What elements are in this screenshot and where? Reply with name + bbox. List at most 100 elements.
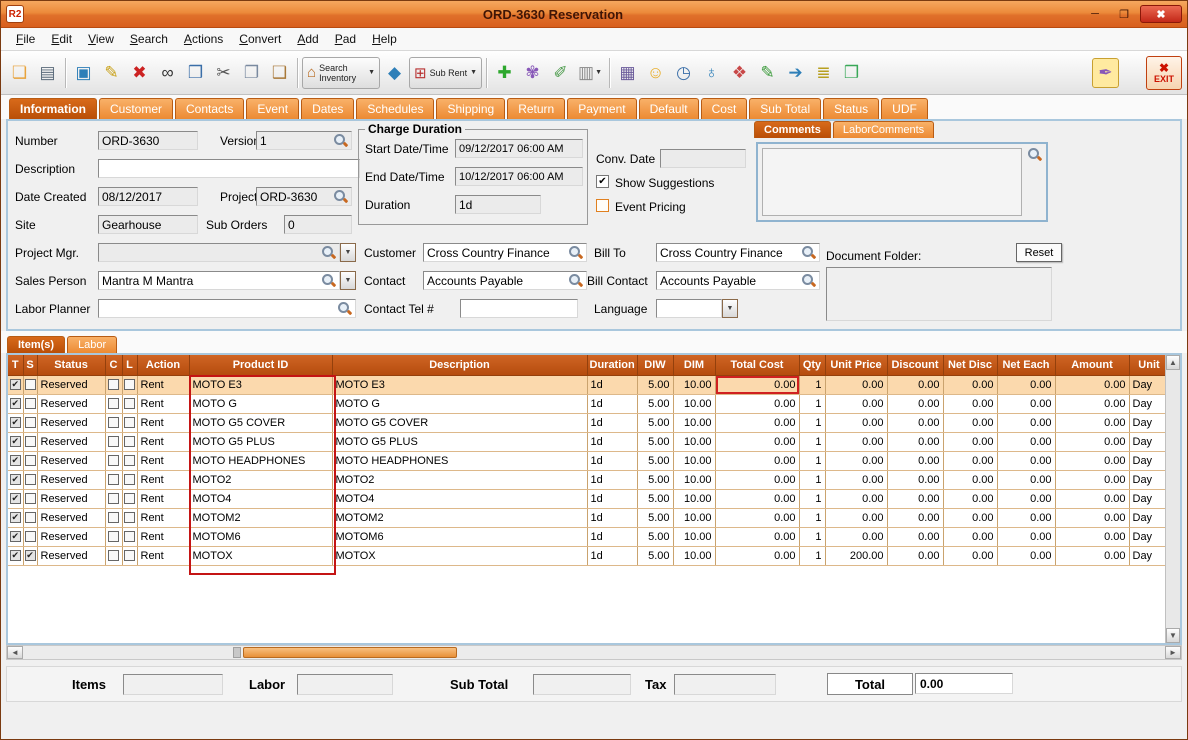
l-checkbox[interactable] [124,531,135,542]
table-row-motom6[interactable]: ✔ReservedRentMOTOM6MOTOM61d5.0010.000.00… [8,527,1169,546]
event-pricing-checkbox[interactable] [596,199,609,212]
c-checkbox[interactable] [108,531,119,542]
number-field[interactable]: ORD-3630 [98,131,198,150]
menu-view[interactable]: View [81,30,121,48]
project-mgr-search-icon[interactable] [322,246,336,260]
t-checkbox[interactable]: ✔ [10,417,21,428]
invoice-icon[interactable]: ≣ [810,58,837,88]
contact-field[interactable]: Accounts Payable [423,271,587,290]
end-date-field[interactable]: 10/12/2017 06:00 AM [455,167,583,186]
l-checkbox[interactable] [124,493,135,504]
col-header-amount[interactable]: Amount [1055,355,1129,375]
tab-information[interactable]: Information [9,98,97,119]
t-checkbox[interactable]: ✔ [10,455,21,466]
tab-sub-total[interactable]: Sub Total [749,98,821,119]
wand-icon[interactable]: ✒ [1092,58,1119,88]
scroll-up-button[interactable]: ▲ [1166,355,1180,370]
new-document-icon[interactable]: ❏ [6,58,33,88]
c-checkbox[interactable] [108,379,119,390]
bill-to-search-icon[interactable] [802,246,816,260]
language-dropdown-icon[interactable]: ▼ [722,299,738,318]
sub-orders-field[interactable]: 0 [284,215,352,234]
tab-dates[interactable]: Dates [301,98,354,119]
menu-pad[interactable]: Pad [328,30,363,48]
l-checkbox[interactable] [124,436,135,447]
table-row-moto-g5-plus[interactable]: ✔ReservedRentMOTO G5 PLUSMOTO G5 PLUS1d5… [8,432,1169,451]
comments-box[interactable] [756,142,1048,222]
tab-status[interactable]: Status [823,98,879,119]
t-checkbox[interactable]: ✔ [10,493,21,504]
l-checkbox[interactable] [124,379,135,390]
edit-icon[interactable]: ✎ [98,58,125,88]
table-row-motom2[interactable]: ✔ReservedRentMOTOM2MOTOM21d5.0010.000.00… [8,508,1169,527]
commtab-laborcomments[interactable]: LaborComments [833,121,934,138]
contact-search-icon[interactable] [569,274,583,288]
table-row-moto-g[interactable]: ✔ReservedRentMOTO GMOTO G1d5.0010.000.00… [8,394,1169,413]
menu-search[interactable]: Search [123,30,175,48]
comments-textarea[interactable] [762,148,1022,216]
horizontal-scrollbar[interactable]: ◄ ► [6,645,1182,660]
edit-report-icon[interactable]: ✎ [754,58,781,88]
globe-icon[interactable]: ♁ [698,58,725,88]
itemtab-item-s[interactable]: Item(s) [7,336,65,353]
col-header-description[interactable]: Description [332,355,587,375]
description-field[interactable] [98,159,360,178]
conv-date-field[interactable] [660,149,746,168]
bill-to-field[interactable]: Cross Country Finance [656,243,820,262]
project-search-icon[interactable] [334,190,348,204]
search-inventory-button[interactable]: ⌂Search Inventory▼ [302,57,380,89]
t-checkbox[interactable]: ✔ [10,474,21,485]
t-checkbox[interactable]: ✔ [10,436,21,447]
minimize-button[interactable]: ─ [1082,5,1108,23]
menu-help[interactable]: Help [365,30,404,48]
t-checkbox[interactable]: ✔ [10,550,21,561]
col-header-status[interactable]: Status [37,355,105,375]
t-checkbox[interactable]: ✔ [10,531,21,542]
col-header-product_id[interactable]: Product ID [189,355,332,375]
menu-add[interactable]: Add [290,30,325,48]
col-header-action[interactable]: Action [137,355,189,375]
scrollbar-thumb[interactable] [243,647,457,658]
t-checkbox[interactable]: ✔ [10,379,21,390]
tab-event[interactable]: Event [246,98,299,119]
col-header-s[interactable]: S [23,355,37,375]
menu-convert[interactable]: Convert [232,30,288,48]
group-items-icon[interactable]: ✾ [519,58,546,88]
start-date-field[interactable]: 09/12/2017 06:00 AM [455,139,583,158]
tab-contacts[interactable]: Contacts [175,98,244,119]
col-header-duration[interactable]: Duration [587,355,637,375]
close-button[interactable]: ✖ [1140,5,1182,23]
c-checkbox[interactable] [108,550,119,561]
sales-person-search-icon[interactable] [322,274,336,288]
document-folder-box[interactable] [826,267,1052,321]
table-row-moto4[interactable]: ✔ReservedRentMOTO4MOTO41d5.0010.000.0010… [8,489,1169,508]
report-icon[interactable]: ▦ [614,58,641,88]
exit-button[interactable]: ✖EXIT [1146,56,1182,90]
s-checkbox[interactable] [25,512,36,523]
c-checkbox[interactable] [108,512,119,523]
tab-default[interactable]: Default [639,98,699,119]
l-checkbox[interactable] [124,550,135,561]
c-checkbox[interactable] [108,436,119,447]
s-checkbox[interactable] [25,379,36,390]
time-icon[interactable]: ◷ [670,58,697,88]
copy-icon[interactable]: ❐ [238,58,265,88]
c-checkbox[interactable] [108,398,119,409]
s-checkbox[interactable] [25,493,36,504]
s-checkbox[interactable] [25,436,36,447]
menu-actions[interactable]: Actions [177,30,230,48]
comments-search-icon[interactable] [1028,148,1042,162]
supplier-icon[interactable]: ◆ [381,58,408,88]
save-icon[interactable]: ▣ [70,58,97,88]
table-row-moto-headphones[interactable]: ✔ReservedRentMOTO HEADPHONESMOTO HEADPHO… [8,451,1169,470]
s-checkbox[interactable] [25,474,36,485]
col-header-net_each[interactable]: Net Each [997,355,1055,375]
col-header-t[interactable]: T [8,355,23,375]
scroll-left-button[interactable]: ◄ [7,646,23,659]
cut-icon[interactable]: ✂ [210,58,237,88]
notes-icon[interactable]: ✐ [547,58,574,88]
date-created-field[interactable]: 08/12/2017 [98,187,198,206]
sales-person-field[interactable]: Mantra M Mantra [98,271,340,290]
itemtab-labor[interactable]: Labor [67,336,117,353]
tab-customer[interactable]: Customer [99,98,173,119]
